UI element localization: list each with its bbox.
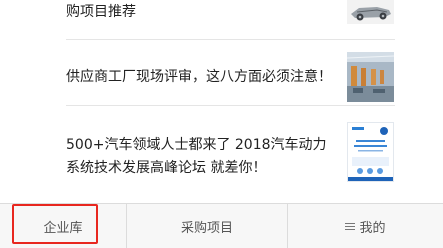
divider bbox=[66, 105, 395, 106]
factory-floor-image[interactable] bbox=[347, 52, 394, 102]
car-chassis-image[interactable] bbox=[347, 0, 394, 24]
tab-label: 企业库 bbox=[43, 220, 83, 236]
article-feed: 购项目推荐 供应商工厂现场评审，这八方面必须注意！ 500+汽车领域人士都来了 … bbox=[0, 0, 443, 203]
article-item[interactable]: 500+汽车领域人士都来了 2018汽车动力系统技术发展高峰论坛 就差你！ bbox=[66, 120, 395, 190]
article-item[interactable]: 购项目推荐 bbox=[66, 0, 395, 38]
bottom-tab-bar: 企业库 采购项目 我的 bbox=[0, 203, 443, 248]
article-title[interactable]: 购项目推荐 bbox=[66, 1, 336, 24]
forum-poster-image[interactable] bbox=[347, 122, 394, 182]
article-title[interactable]: 供应商工厂现场评审，这八方面必须注意！ bbox=[66, 66, 336, 89]
article-title[interactable]: 500+汽车领域人士都来了 2018汽车动力系统技术发展高峰论坛 就差你！ bbox=[66, 134, 336, 180]
tab-label: 我的 bbox=[359, 220, 386, 236]
tab-label: 采购项目 bbox=[180, 220, 233, 236]
tab-procurement-projects[interactable]: 采购项目 bbox=[126, 204, 288, 248]
divider bbox=[66, 39, 395, 40]
tab-enterprise-library[interactable]: 企业库 bbox=[0, 204, 126, 248]
article-item[interactable]: 供应商工厂现场评审，这八方面必须注意！ bbox=[66, 52, 395, 104]
menu-icon bbox=[345, 221, 356, 232]
tab-mine[interactable]: 我的 bbox=[288, 204, 443, 248]
